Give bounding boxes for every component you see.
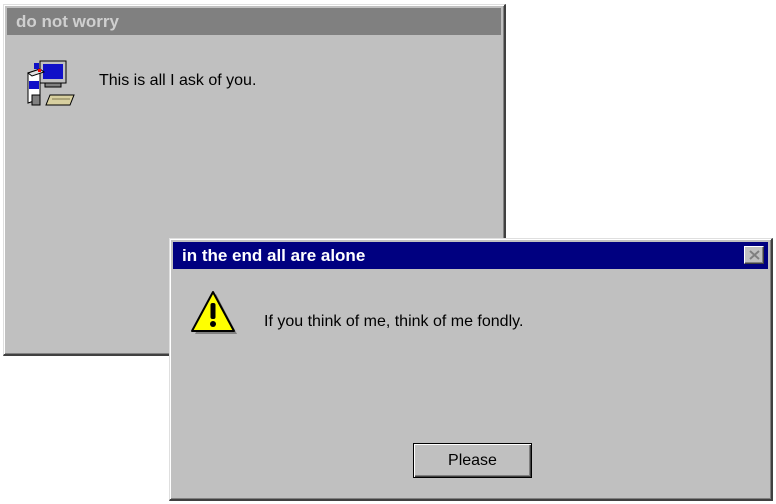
front-dialog-titlebar[interactable]: in the end all are alone <box>173 242 768 269</box>
back-dialog-message: This is all I ask of you. <box>99 72 257 89</box>
back-dialog-title: do not worry <box>16 11 119 31</box>
please-button[interactable]: Please <box>413 443 532 478</box>
warning-icon <box>189 289 239 339</box>
close-button[interactable] <box>744 246 764 264</box>
front-dialog-message: If you think of me, think of me fondly. <box>264 313 524 330</box>
front-dialog-title: in the end all are alone <box>182 245 366 265</box>
front-dialog-window: in the end all are alone If you think of… <box>169 238 773 501</box>
close-icon <box>748 250 760 260</box>
back-dialog-titlebar[interactable]: do not worry <box>7 8 501 35</box>
computer-setup-icon <box>24 55 78 109</box>
